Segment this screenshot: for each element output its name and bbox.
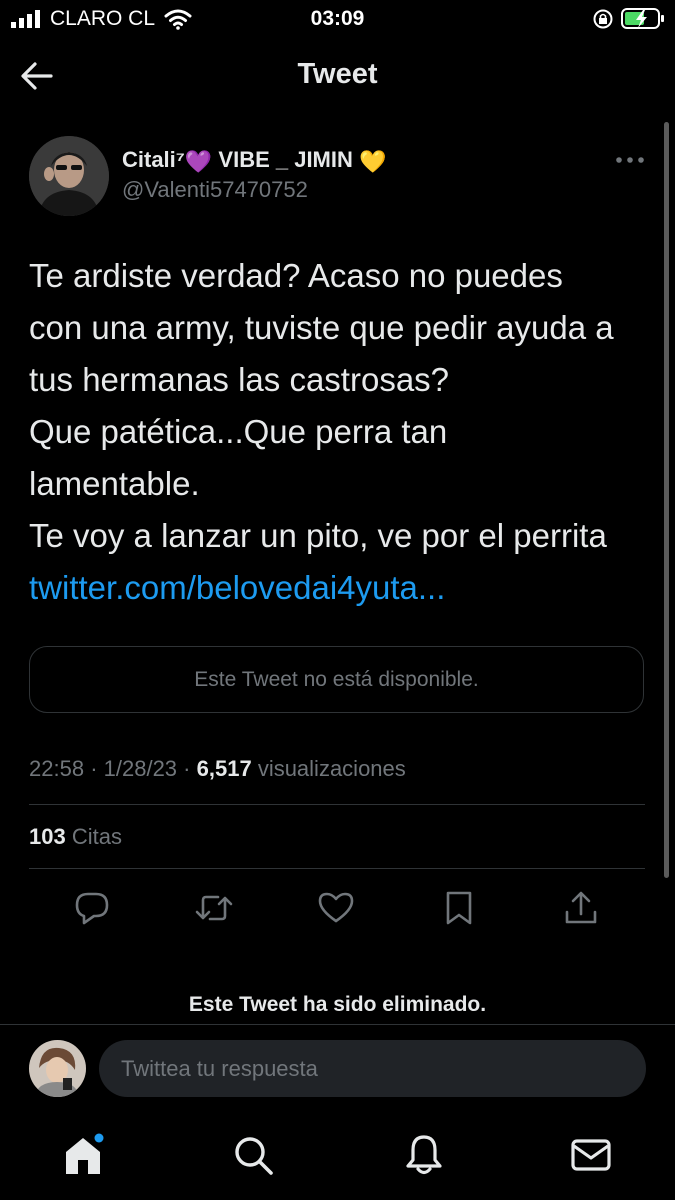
tweet-meta: 22:58 · 1/28/23 · 6,517 visualizaciones	[29, 756, 406, 782]
divider	[0, 1024, 675, 1025]
more-options-icon[interactable]	[614, 150, 646, 170]
purple-heart-emoji: 💜	[184, 149, 213, 174]
notification-dot	[94, 1133, 104, 1143]
tweet-date: 1/28/23	[103, 756, 178, 781]
user-avatar[interactable]	[29, 1040, 86, 1097]
search-icon[interactable]	[230, 1132, 276, 1178]
tweet-line: Que patética...Que perra tan	[29, 413, 448, 450]
deleted-tweet-notice: Este Tweet ha sido eliminado.	[188, 993, 487, 1016]
notifications-icon[interactable]	[401, 1132, 447, 1178]
quoted-tweet-message: Este Tweet no está disponible.	[194, 667, 479, 691]
views-count: 6,517	[196, 756, 252, 781]
bookmark-icon[interactable]	[439, 888, 479, 928]
display-name-text: Citali⁷	[122, 147, 185, 172]
author-handle[interactable]: @Valenti57470752	[122, 177, 308, 203]
tweet-line: con una army, tuviste que pedir ayuda a	[29, 309, 614, 346]
meta-separator: ·	[183, 756, 191, 781]
tweet-line: lamentable.	[29, 465, 200, 502]
page-title: Tweet	[297, 58, 378, 90]
quotes-stat[interactable]: 103 Citas	[29, 824, 122, 850]
status-bar: CLARO CL 03:09	[0, 0, 675, 40]
divider	[29, 804, 645, 805]
views-label: visualizaciones	[257, 756, 406, 781]
like-icon[interactable]	[316, 888, 356, 928]
tweet-line: Te ardiste verdad? Acaso no puedes	[29, 257, 563, 294]
tweet-text: Te ardiste verdad? Acaso no puedes con u…	[29, 250, 659, 614]
quoted-tweet-unavailable[interactable]: Este Tweet no está disponible.	[29, 646, 644, 713]
yellow-heart-emoji: 💛	[359, 149, 387, 174]
status-time: 03:09	[310, 7, 365, 30]
tweet-link[interactable]: twitter.com/belovedai4yuta...	[29, 562, 659, 614]
quotes-label: Citas	[71, 824, 122, 849]
retweet-icon[interactable]	[194, 888, 234, 928]
home-icon[interactable]	[62, 1132, 108, 1178]
author-display-name[interactable]: Citali⁷💜 VIBE _ JIMIN 💛	[122, 147, 386, 175]
orientation-lock-icon	[593, 9, 613, 29]
author-avatar[interactable]	[29, 136, 109, 216]
battery-icon	[621, 8, 664, 29]
meta-separator: ·	[90, 756, 98, 781]
share-icon[interactable]	[561, 888, 601, 928]
reply-placeholder: Twittea tu respuesta	[121, 1055, 318, 1081]
messages-icon[interactable]	[568, 1132, 614, 1178]
divider	[29, 868, 645, 869]
tweet-line: tus hermanas las castrosas?	[29, 361, 450, 398]
tweet-line: Te voy a lanzar un pito, ve por el perri…	[29, 517, 607, 554]
reply-icon[interactable]	[72, 888, 112, 928]
quotes-count: 103	[29, 824, 66, 849]
reply-input[interactable]: Twittea tu respuesta	[99, 1040, 646, 1097]
scrollbar[interactable]	[664, 122, 669, 878]
display-name-suffix: VIBE _ JIMIN	[218, 147, 353, 172]
tweet-time: 22:58	[29, 756, 85, 781]
